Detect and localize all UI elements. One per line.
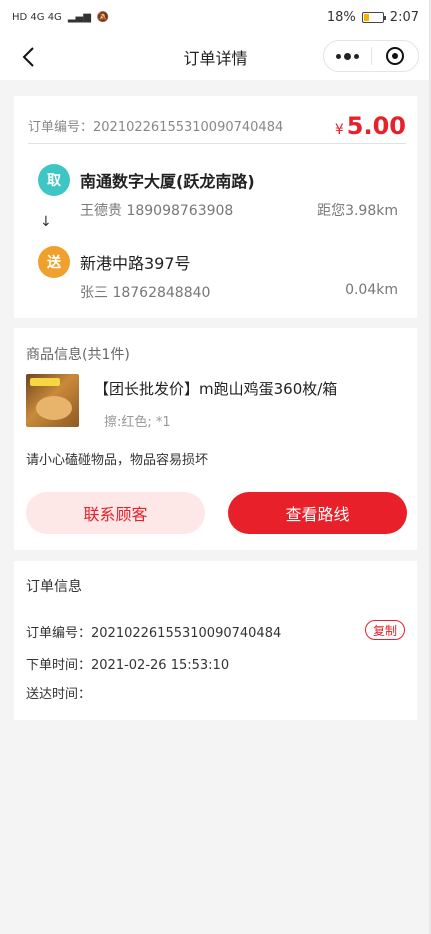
order-info-number-label: 订单编号： (26, 626, 92, 641)
goods-spec: 擦:红色; *1 (104, 415, 171, 430)
battery-percent: 18% (326, 9, 356, 25)
copy-button[interactable]: 复制 (365, 620, 405, 640)
status-bar: HD 4G 4G ▂▄▆ 🔕 18% 2:07 (0, 0, 431, 34)
order-header: 订单编号：20210226155310090740484 ¥ 5.00 (28, 108, 406, 144)
dropoff-contact[interactable]: 张三 18762848840 (80, 282, 210, 302)
order-number: 订单编号：20210226155310090740484 (28, 116, 283, 135)
order-price: ¥ 5.00 (335, 112, 406, 140)
battery-icon (361, 11, 386, 23)
currency-symbol: ¥ (334, 121, 344, 138)
dropoff-distance: 0.04km (345, 282, 398, 298)
delivered-time-row: 送达时间： (26, 683, 91, 702)
order-info-number-value: 20210226155310090740484 (91, 626, 282, 641)
dropoff-address: 新港中路397号 (80, 254, 191, 273)
view-route-button[interactable]: 查看路线 (228, 492, 407, 534)
order-time-value: 2021-02-26 15:53:10 (91, 658, 230, 673)
nav-bar: 订单详情 (0, 34, 431, 80)
signal-icon: ▂▄▆ (67, 11, 91, 23)
mute-icon: 🔕 (96, 11, 110, 23)
close-miniprogram-button[interactable] (372, 47, 419, 65)
order-info-title: 订单信息 (26, 579, 82, 595)
goods-section-title: 商品信息(共1件) (26, 347, 130, 363)
target-icon (385, 47, 404, 65)
route-arrow-icon: ↓ (40, 214, 52, 230)
order-time-label: 下单时间： (26, 658, 92, 673)
pickup-badge: 取 (38, 164, 70, 196)
goods-thumbnail[interactable] (26, 374, 79, 427)
dropoff-badge: 送 (38, 246, 70, 278)
delivery-card: 订单编号：20210226155310090740484 ¥ 5.00 取 南通… (14, 96, 417, 318)
order-info-number: 订单编号：20210226155310090740484 (26, 622, 281, 641)
order-number-value: 20210226155310090740484 (93, 120, 284, 135)
order-info-card: 订单信息 订单编号：20210226155310090740484 复制 下单时… (14, 561, 417, 720)
goods-card: 商品信息(共1件) 【团长批发价】m跑山鸡蛋360枚/箱 擦:红色; *1 请小… (14, 328, 417, 550)
contact-customer-button[interactable]: 联系顾客 (26, 492, 205, 534)
price-amount: 5.00 (346, 111, 406, 140)
status-left: HD 4G 4G ▂▄▆ 🔕 (12, 12, 109, 23)
more-dot-icon (353, 53, 359, 59)
pickup-distance: 距您3.98km (317, 203, 398, 219)
order-time-row: 下单时间：2021-02-26 15:53:10 (26, 654, 229, 673)
pickup-address: 南通数字大厦(跃龙南路) (80, 172, 255, 191)
signal-info: HD 4G 4G (12, 11, 62, 23)
page-title: 订单详情 (183, 49, 248, 68)
status-right: 18% 2:07 (327, 10, 419, 25)
more-dot-icon (343, 52, 351, 60)
mini-program-capsule (323, 40, 419, 72)
more-dot-icon (335, 53, 341, 59)
clock: 2:07 (389, 9, 419, 25)
pickup-contact[interactable]: 王德贵 189098763908 (80, 200, 233, 220)
chevron-left-icon (22, 47, 34, 67)
order-number-label: 订单编号： (28, 120, 94, 135)
goods-name: 【团长批发价】m跑山鸡蛋360枚/箱 (94, 380, 338, 398)
more-button[interactable] (324, 52, 371, 60)
back-button[interactable] (14, 42, 42, 72)
delivered-time-label: 送达时间： (26, 687, 92, 702)
order-remark: 请小心磕碰物品，物品容易损坏 (26, 453, 209, 468)
